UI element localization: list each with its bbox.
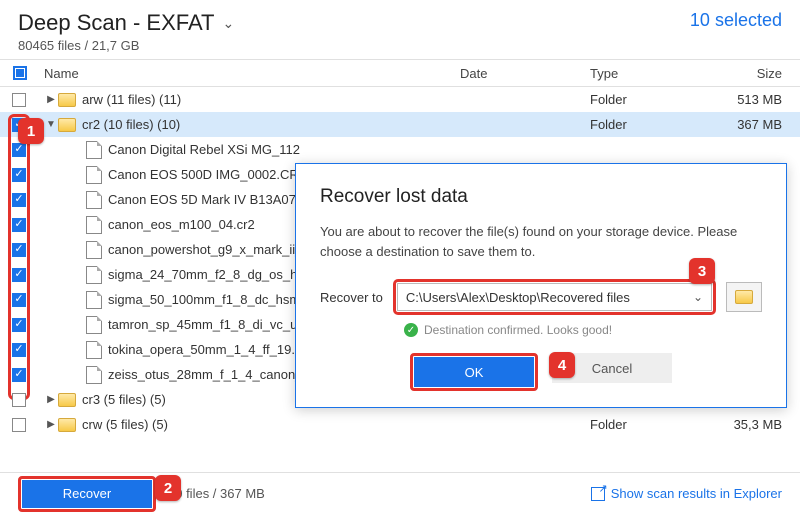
row-checkbox[interactable]: ✓: [12, 193, 26, 207]
folder-row[interactable]: ▶ crw (5 files) (5) Folder35,3 MB: [0, 412, 800, 437]
footer: Recover 10 files / 367 MB Show scan resu…: [0, 472, 800, 514]
file-count-subtitle: 80465 files / 21,7 GB: [18, 38, 234, 53]
folder-row[interactable]: ✓▼cr2 (10 files) (10)Folder367 MB: [0, 112, 800, 137]
row-checkbox[interactable]: ✓: [12, 343, 26, 357]
row-checkbox[interactable]: [12, 93, 26, 107]
folder-icon: [58, 418, 76, 432]
recover-dialog: Recover lost data You are about to recov…: [295, 163, 787, 408]
ok-button[interactable]: OK: [414, 357, 534, 387]
row-checkbox[interactable]: [12, 393, 26, 407]
row-checkbox[interactable]: ✓: [12, 318, 26, 332]
row-checkbox[interactable]: ✓: [12, 368, 26, 382]
chevron-down-icon[interactable]: ⌄: [693, 290, 703, 304]
check-circle-icon: ✓: [404, 323, 418, 337]
recover-to-label: Recover to: [320, 290, 383, 305]
header: Deep Scan - EXFAT ⌄ 80465 files / 21,7 G…: [0, 0, 800, 59]
folder-icon: [58, 393, 76, 407]
row-checkbox[interactable]: [12, 418, 26, 432]
row-type: Folder: [590, 417, 700, 432]
row-name: crw (5 files) (5): [82, 417, 460, 432]
file-icon: [86, 166, 102, 184]
chevron-down-icon[interactable]: ⌄: [222, 15, 234, 32]
expand-toggle[interactable]: ▼: [44, 119, 58, 130]
file-icon: [86, 266, 102, 284]
file-row[interactable]: ✓ Canon Digital Rebel XSi MG_112: [0, 137, 800, 162]
dialog-title: Recover lost data: [320, 186, 762, 208]
row-size: 367 MB: [700, 117, 800, 132]
annotation-highlight-4: OK: [410, 353, 538, 391]
browse-folder-button[interactable]: [726, 282, 762, 312]
folder-icon: [58, 118, 76, 132]
row-checkbox[interactable]: ✓: [12, 143, 26, 157]
file-icon: [86, 216, 102, 234]
show-in-explorer-link[interactable]: Show scan results in Explorer: [591, 486, 782, 501]
file-icon: [86, 191, 102, 209]
row-type: Folder: [590, 117, 700, 132]
destination-dropdown[interactable]: C:\Users\Alex\Desktop\Recovered files ⌄: [397, 283, 712, 311]
file-icon: [86, 316, 102, 334]
file-icon: [86, 366, 102, 384]
file-icon: [86, 241, 102, 259]
expand-toggle[interactable]: ▶: [44, 394, 58, 405]
file-icon: [86, 341, 102, 359]
col-name[interactable]: Name: [40, 66, 460, 81]
row-size: 513 MB: [700, 92, 800, 107]
row-size: 35,3 MB: [700, 417, 800, 432]
file-icon: [86, 291, 102, 309]
selected-count: 10 selected: [690, 10, 782, 31]
selection-summary: 10 files / 367 MB: [168, 486, 265, 501]
col-size[interactable]: Size: [700, 66, 800, 81]
recover-button[interactable]: Recover: [22, 480, 152, 508]
row-checkbox[interactable]: ✓: [12, 268, 26, 282]
row-name: arw (11 files) (11): [82, 92, 460, 107]
row-checkbox[interactable]: ✓: [12, 168, 26, 182]
annotation-highlight-2: Recover: [18, 476, 156, 512]
annotation-badge-1: 1: [18, 118, 44, 144]
row-checkbox[interactable]: ✓: [12, 293, 26, 307]
annotation-badge-4: 4: [549, 352, 575, 378]
dialog-body: You are about to recover the file(s) fou…: [320, 222, 762, 261]
expand-toggle[interactable]: ▶: [44, 94, 58, 105]
row-checkbox[interactable]: ✓: [12, 243, 26, 257]
folder-icon: [58, 93, 76, 107]
destination-path: C:\Users\Alex\Desktop\Recovered files: [406, 290, 630, 305]
row-name: Canon Digital Rebel XSi MG_112: [108, 142, 460, 157]
select-all-checkbox[interactable]: [13, 66, 27, 80]
external-link-icon: [591, 487, 605, 501]
row-name: cr2 (10 files) (10): [82, 117, 460, 132]
row-checkbox[interactable]: ✓: [12, 218, 26, 232]
col-date[interactable]: Date: [460, 66, 590, 81]
column-headers: Name Date Type Size: [0, 59, 800, 87]
folder-icon: [735, 290, 753, 304]
annotation-highlight-3: C:\Users\Alex\Desktop\Recovered files ⌄: [393, 279, 716, 315]
annotation-badge-2: 2: [155, 475, 181, 501]
row-type: Folder: [590, 92, 700, 107]
folder-row[interactable]: ▶ arw (11 files) (11) Folder513 MB: [0, 87, 800, 112]
annotation-badge-3: 3: [689, 258, 715, 284]
page-title: Deep Scan - EXFAT: [18, 10, 214, 36]
annotation-highlight-1: [8, 114, 30, 400]
col-type[interactable]: Type: [590, 66, 700, 81]
file-icon: [86, 141, 102, 159]
confirm-text: Destination confirmed. Looks good!: [424, 323, 612, 337]
expand-toggle[interactable]: ▶: [44, 419, 58, 430]
